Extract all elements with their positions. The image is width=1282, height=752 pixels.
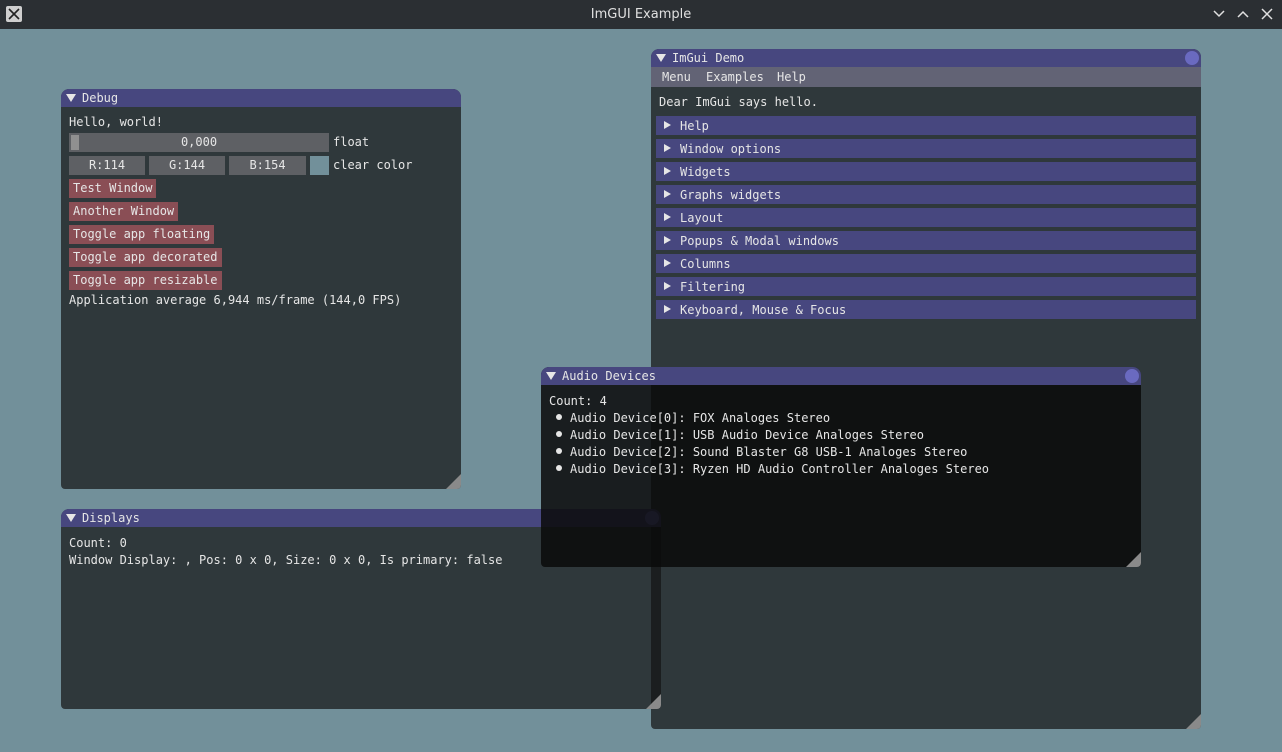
header-graphs-widgets[interactable]: Graphs widgets bbox=[656, 185, 1196, 204]
expand-arrow-icon bbox=[664, 305, 671, 313]
maximize-button[interactable] bbox=[1235, 6, 1251, 22]
expand-arrow-icon bbox=[664, 144, 671, 152]
demo-hello-text: Dear ImGui says hello. bbox=[659, 95, 818, 109]
test-window-button[interactable]: Test Window bbox=[69, 179, 157, 198]
menu-help[interactable]: Help bbox=[777, 70, 806, 84]
header-filtering[interactable]: Filtering bbox=[656, 277, 1196, 296]
clear-color-label: clear color bbox=[333, 158, 413, 172]
float-slider[interactable]: 0,000 bbox=[69, 133, 329, 152]
another-window-button[interactable]: Another Window bbox=[69, 202, 179, 221]
audio-window-title: Audio Devices bbox=[562, 369, 656, 383]
color-r-field[interactable]: R:114 bbox=[69, 156, 145, 175]
clear-color-swatch[interactable] bbox=[310, 156, 329, 175]
audio-devices-window[interactable]: Audio Devices Count: 4 Audio Device[0]: … bbox=[541, 367, 1141, 567]
demo-menubar: Menu Examples Help bbox=[651, 67, 1201, 87]
expand-arrow-icon bbox=[664, 282, 671, 290]
os-window-title: ImGUI Example bbox=[590, 7, 692, 22]
color-b-field[interactable]: B:154 bbox=[229, 156, 306, 175]
expand-arrow-icon bbox=[664, 190, 671, 198]
expand-arrow-icon bbox=[664, 167, 671, 175]
expand-arrow-icon bbox=[664, 121, 671, 129]
audio-window-titlebar[interactable]: Audio Devices bbox=[541, 367, 1141, 385]
debug-window[interactable]: Debug Hello, world! 0,000 float R:114 G:… bbox=[61, 89, 461, 489]
expand-arrow-icon bbox=[664, 236, 671, 244]
resize-grip[interactable] bbox=[446, 474, 461, 489]
audio-device-item: Audio Device[1]: USB Audio Device Analog… bbox=[570, 428, 925, 442]
minimize-button[interactable] bbox=[1211, 6, 1227, 22]
slider-grab[interactable] bbox=[71, 135, 79, 150]
toggle-decorated-button[interactable]: Toggle app decorated bbox=[69, 248, 222, 267]
close-circle-icon[interactable] bbox=[1185, 51, 1199, 65]
audio-device-item: Audio Device[2]: Sound Blaster G8 USB-1 … bbox=[570, 445, 968, 459]
demo-window-title: ImGui Demo bbox=[672, 51, 745, 65]
slider-label: float bbox=[333, 135, 370, 149]
header-columns[interactable]: Columns bbox=[656, 254, 1196, 273]
header-window-options[interactable]: Window options bbox=[656, 139, 1196, 158]
close-icon bbox=[1261, 8, 1273, 20]
displays-window-title: Displays bbox=[82, 511, 140, 525]
collapse-arrow-icon[interactable] bbox=[66, 514, 76, 522]
toggle-resizable-button[interactable]: Toggle app resizable bbox=[69, 271, 222, 290]
resize-grip[interactable] bbox=[1186, 714, 1201, 729]
header-popups[interactable]: Popups & Modal windows bbox=[656, 231, 1196, 250]
hello-text: Hello, world! bbox=[69, 115, 163, 129]
collapse-arrow-icon[interactable] bbox=[546, 372, 556, 380]
bullet-icon bbox=[556, 414, 562, 420]
header-keyboard-mouse-focus[interactable]: Keyboard, Mouse & Focus bbox=[656, 300, 1196, 319]
audio-device-item: Audio Device[3]: Ryzen HD Audio Controll… bbox=[570, 462, 990, 476]
expand-arrow-icon bbox=[664, 213, 671, 221]
collapse-arrow-icon[interactable] bbox=[656, 54, 666, 62]
audio-count: Count: 4 bbox=[549, 394, 607, 408]
menu-menu[interactable]: Menu bbox=[662, 70, 691, 84]
header-widgets[interactable]: Widgets bbox=[656, 162, 1196, 181]
resize-grip[interactable] bbox=[646, 694, 661, 709]
slider-value: 0,000 bbox=[180, 135, 218, 149]
bullet-icon bbox=[556, 431, 562, 437]
displays-count: Count: 0 bbox=[69, 536, 127, 550]
menu-examples[interactable]: Examples bbox=[706, 70, 764, 84]
debug-window-title: Debug bbox=[82, 91, 119, 105]
bullet-icon bbox=[556, 465, 562, 471]
resize-grip[interactable] bbox=[1126, 552, 1141, 567]
close-circle-icon[interactable] bbox=[1125, 369, 1139, 383]
expand-arrow-icon bbox=[664, 259, 671, 267]
window-display-info: Window Display: , Pos: 0 x 0, Size: 0 x … bbox=[69, 553, 503, 567]
collapse-arrow-icon[interactable] bbox=[66, 94, 76, 102]
header-help[interactable]: Help bbox=[656, 116, 1196, 135]
chevron-down-icon bbox=[1213, 10, 1225, 18]
chevron-up-icon bbox=[1237, 10, 1249, 18]
bullet-icon bbox=[556, 448, 562, 454]
close-button[interactable] bbox=[1259, 6, 1275, 22]
debug-window-titlebar[interactable]: Debug bbox=[61, 89, 461, 107]
toggle-floating-button[interactable]: Toggle app floating bbox=[69, 225, 215, 244]
fps-text: Application average 6,944 ms/frame (144,… bbox=[69, 293, 402, 307]
demo-window-titlebar[interactable]: ImGui Demo bbox=[651, 49, 1201, 67]
audio-device-item: Audio Device[0]: FOX Analoges Stereo bbox=[570, 411, 831, 425]
color-g-field[interactable]: G:144 bbox=[149, 156, 225, 175]
header-layout[interactable]: Layout bbox=[656, 208, 1196, 227]
os-titlebar[interactable]: ImGUI Example bbox=[0, 0, 1282, 29]
